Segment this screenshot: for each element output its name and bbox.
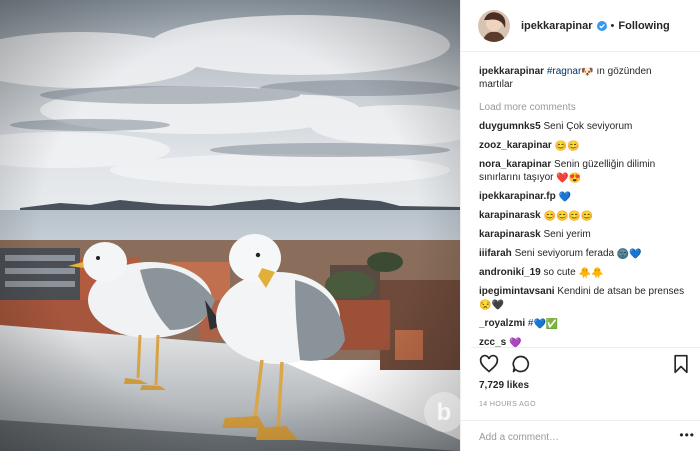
likes-count[interactable]: 7,729 likes (479, 380, 529, 391)
post-actions (479, 354, 693, 376)
comment-item: karapinarask 😊😊😊😊 (479, 209, 687, 222)
comment-emoji: 💙 (558, 192, 571, 203)
header-username[interactable]: ipekkarapinar (521, 20, 593, 32)
post-timestamp[interactable]: 14 HOURS AGO (479, 401, 536, 408)
caption-hashtag[interactable]: #ragnar (547, 66, 581, 77)
caption-username[interactable]: ipekkarapinar (479, 66, 544, 77)
post-header: ipekkarapinar • Following (461, 0, 700, 52)
comment-username[interactable]: ipegimintavsani (479, 286, 555, 297)
avatar[interactable] (478, 9, 510, 42)
avatar-image (478, 9, 510, 42)
heart-icon[interactable] (479, 354, 499, 374)
comment-username[interactable]: andronikí_19 (479, 267, 541, 278)
comment-item: andronikí_19 so cute 🐥🐥 (479, 266, 687, 279)
following-button[interactable]: Following (618, 20, 669, 32)
comment-emoji: 💜 (509, 338, 522, 348)
comment-item: zooz_karapinar 😊😊 (479, 139, 687, 152)
comment-emoji: 😊😊😊😊 (543, 211, 594, 222)
comment-emoji: ❤️😍 (556, 173, 582, 184)
comment-bubble-icon[interactable] (511, 354, 531, 374)
section-divider (471, 347, 700, 348)
comment-username[interactable]: iiifarah (479, 248, 512, 259)
comment-item: zcc_s 💜 (479, 336, 687, 347)
svg-text:b: b (437, 399, 452, 426)
bookmark-icon[interactable] (671, 354, 691, 374)
load-more-comments-button[interactable]: Load more comments (479, 101, 687, 114)
more-options-icon[interactable]: ••• (679, 428, 695, 442)
add-comment-input[interactable] (479, 429, 669, 445)
comments-list[interactable]: ipekkarapinar #ragnar🐶 ın gözünden martı… (479, 60, 687, 347)
comment-item: ipekkarapinar.fp 💙 (479, 190, 687, 203)
add-comment-bar: ••• (461, 420, 700, 451)
comment-emoji: 😒🖤 (479, 300, 504, 311)
comment-username[interactable]: nora_karapinar (479, 159, 551, 170)
comment-text: Seni Çok seviyorum (543, 121, 633, 132)
header-separator: • (610, 19, 615, 32)
post-caption: ipekkarapinar #ragnar🐶 ın gözünden martı… (479, 65, 687, 91)
comment-username[interactable]: karapinarask (479, 229, 541, 240)
comment-username[interactable]: duygumnks5 (479, 121, 541, 132)
verified-badge-icon (596, 20, 607, 31)
post-sidebar: ipekkarapinar • Following ipekkarapinar … (460, 0, 700, 451)
comment-text: Seni yerim (543, 229, 591, 240)
comment-username[interactable]: zooz_karapinar (479, 140, 552, 151)
comment-username[interactable]: zcc_s (479, 337, 506, 347)
comment-item: nora_karapinar Senin güzelliğin dilimin … (479, 158, 687, 184)
comment-username[interactable]: karapinarask (479, 210, 541, 221)
comment-emoji: 🌚💙 (616, 249, 642, 260)
comment-item: karapinarask Seni yerim (479, 228, 687, 241)
comment-item: iiifarah Seni seviyorum ferada 🌚💙 (479, 247, 687, 260)
dog-emoji: 🐶 (581, 67, 594, 78)
comment-emoji: 🐥🐥 (578, 268, 604, 279)
comment-username[interactable]: ipekkarapinar.fp (479, 191, 556, 202)
comment-text: Seni seviyorum ferada (514, 248, 615, 259)
comment-text: so cute (543, 267, 576, 278)
post-photo[interactable]: b (0, 0, 460, 451)
comment-item: duygumnks5 Seni Çok seviyorum (479, 120, 687, 133)
watermark-logo: b (424, 392, 460, 432)
comment-item: ipegimintavsani Kendini de atsan be pren… (479, 285, 687, 311)
comment-text: Kendini de atsan be prenses (557, 286, 685, 297)
comment-emoji: 😊😊 (554, 141, 580, 152)
comment-username[interactable]: _royalzmi (479, 318, 525, 329)
comment-emoji: 💙✅ (533, 319, 559, 330)
seagulls-photo (0, 0, 460, 451)
comment-item: _royalzmi #💙✅ (479, 317, 687, 330)
